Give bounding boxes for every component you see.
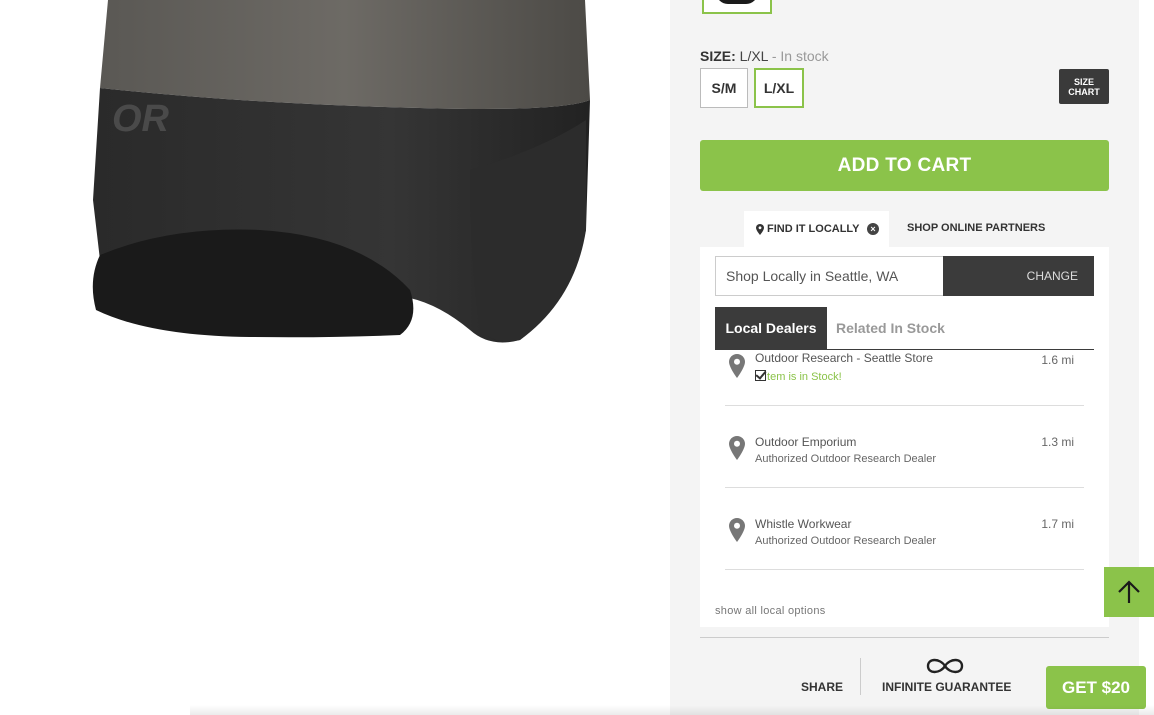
tab-shop-online-partners[interactable]: SHOP ONLINE PARTNERS: [907, 222, 1045, 234]
infinite-guarantee-label[interactable]: INFINITE GUARANTEE: [882, 680, 1011, 694]
hat-logo: OR: [112, 98, 169, 140]
stock-status: - In stock: [771, 48, 829, 64]
checkbox-check-icon: [755, 370, 766, 381]
dealer-distance: 1.7 mi: [1041, 517, 1074, 531]
dealer-name[interactable]: Outdoor Emporium: [755, 435, 856, 449]
dealer-stock-label: Item is in Stock!: [764, 371, 842, 383]
tab-find-it-locally[interactable]: FIND IT LOCALLY ×: [744, 211, 889, 247]
section-divider: [700, 637, 1109, 638]
location-input[interactable]: Shop Locally in Seattle, WA: [715, 256, 944, 296]
footer-separator: [860, 658, 861, 695]
tab-find-it-locally-label: FIND IT LOCALLY: [767, 223, 860, 235]
dealer-name[interactable]: Outdoor Research - Seattle Store: [755, 351, 933, 365]
dealer-subtitle: Authorized Outdoor Research Dealer: [755, 453, 936, 465]
map-pin-icon: [729, 518, 745, 542]
show-all-local-options-link[interactable]: show all local options: [715, 605, 826, 617]
size-chart-label-1: SIZE: [1073, 76, 1094, 87]
arrow-up-icon: [1118, 580, 1140, 603]
dealer-stock-status: Item is in Stock!: [755, 370, 842, 383]
scroll-to-top-button[interactable]: [1104, 567, 1154, 617]
dealer-subtitle: Authorized Outdoor Research Dealer: [755, 535, 936, 547]
dealer-item[interactable]: Outdoor Emporium Authorized Outdoor Rese…: [725, 406, 1084, 488]
promo-get-20-button[interactable]: GET $20: [1046, 666, 1146, 709]
dealer-item[interactable]: Whistle Workwear Authorized Outdoor Rese…: [725, 488, 1084, 570]
size-indicator: SIZE: L/XL - In stock: [700, 48, 829, 64]
size-selected-value: L/XL: [739, 48, 768, 64]
map-pin-icon: [729, 436, 745, 460]
size-chart-button[interactable]: SIZE CHART: [1059, 69, 1109, 104]
dealer-distance: 1.3 mi: [1041, 435, 1074, 449]
dealer-item[interactable]: Outdoor Research - Seattle Store Item is…: [725, 324, 1084, 406]
dealer-distance: 1.6 mi: [1041, 353, 1074, 367]
dealer-name[interactable]: Whistle Workwear: [755, 517, 851, 531]
color-swatch-selected[interactable]: [702, 0, 772, 14]
change-location-button[interactable]: CHANGE: [943, 256, 1094, 296]
map-pin-icon: [756, 223, 764, 235]
map-pin-icon: [729, 354, 745, 378]
size-label: SIZE:: [700, 48, 736, 64]
size-option-sm[interactable]: S/M: [700, 68, 748, 108]
product-panel: SIZE: L/XL - In stock S/M L/XL SIZE CHAR…: [670, 0, 1139, 715]
infinity-icon: [926, 658, 964, 674]
close-icon[interactable]: ×: [867, 223, 879, 235]
product-image: OR: [0, 0, 670, 715]
hat-illustration: [92, 0, 590, 343]
size-chart-label-2: CHART: [1068, 86, 1100, 97]
share-button[interactable]: SHARE: [801, 680, 843, 694]
size-option-lxl[interactable]: L/XL: [754, 68, 804, 108]
local-dealer-locator: Shop Locally in Seattle, WA CHANGE Local…: [700, 247, 1109, 627]
bottom-bar-shadow: [190, 705, 1154, 715]
add-to-cart-button[interactable]: ADD TO CART: [700, 140, 1109, 191]
